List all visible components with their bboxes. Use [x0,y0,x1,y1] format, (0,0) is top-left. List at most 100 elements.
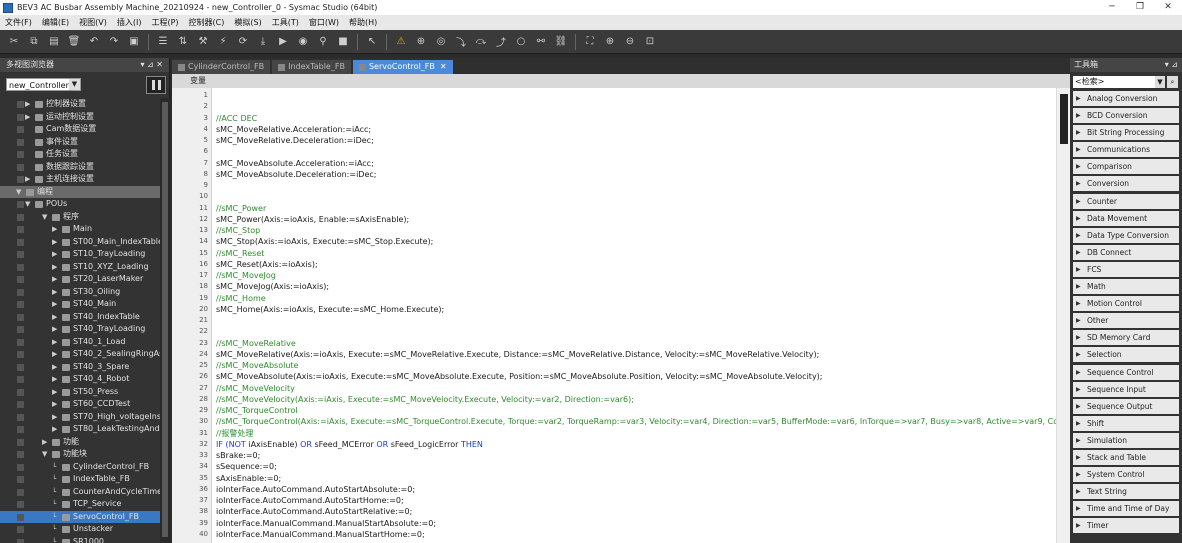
collapse-icon[interactable]: ▶ [25,173,30,186]
code-line[interactable]: 12 sMC_Power(Axis:=ioAxis, Enable:=sAxisE… [172,214,1056,225]
collapse-icon[interactable]: ▶ [52,411,57,424]
code-line[interactable]: 16 sMC_Reset(Axis:=ioAxis); [172,259,1056,270]
code-line[interactable]: 7 sMC_MoveAbsolute.Acceleration:=iAcc; [172,158,1056,169]
tree-item[interactable]: └ SR1000 [0,536,160,543]
collapse-icon[interactable]: ▶ [42,436,47,449]
tree-item[interactable]: ▶ ST40_1_Load [0,336,160,349]
tree-item[interactable]: ▶ 功能 [0,436,160,449]
collapse-icon[interactable]: ▶ [52,223,57,236]
tree-item[interactable]: ▶ ST20_LaserMaker [0,273,160,286]
tree-item[interactable]: ▶ ST40_Main [0,298,160,311]
step-icon[interactable]: ⤵ [454,35,468,49]
menu-item[interactable]: 窗口(W) [304,17,344,28]
expand-icon[interactable]: ▼ [42,448,47,461]
code-line[interactable]: 23 //sMC_MoveRelative [172,338,1056,349]
tree-item[interactable]: ▶ ST30_Oiling [0,286,160,299]
tree-item[interactable]: ▶ ST60_CCDTest [0,398,160,411]
toolbox-category[interactable]: Bit String Processing [1073,125,1179,141]
expand-icon[interactable]: ▼ [42,211,47,224]
expand-icon[interactable]: ▼ [25,198,30,211]
collapse-icon[interactable]: ▶ [52,298,57,311]
code-line[interactable]: 3 //ACC DEC [172,113,1056,124]
save-icon[interactable]: ▣ [127,35,141,49]
code-line[interactable]: 35 sAxisEnable:=0; [172,473,1056,484]
code-line[interactable]: 38 ioInterFace.AutoCommand.AutoStartRela… [172,506,1056,517]
tree-item[interactable]: ▶ 主机连接设置 [0,173,160,186]
toolbox-category[interactable]: Timer [1073,518,1179,534]
zoom-in-icon[interactable]: ⊕ [603,35,617,49]
tree-item[interactable]: ▶ ST80_LeakTestingAndUnlo [0,423,160,436]
collapse-icon[interactable]: └ [52,523,56,536]
build-icon[interactable]: ⚒ [196,35,210,49]
restore-button[interactable]: ❐ [1126,0,1154,15]
tree-item[interactable]: ▼ POUs [0,198,160,211]
collapse-icon[interactable]: ▶ [52,398,57,411]
collapse-icon[interactable]: ▶ [25,98,30,111]
code-line[interactable]: 13 //sMC_Stop [172,225,1056,236]
tree-item[interactable]: ▶ ST50_Press [0,386,160,399]
list-icon[interactable]: ☰ [156,35,170,49]
tree-item[interactable]: 任务设置 [0,148,160,161]
code-line[interactable]: 27 //sMC_MoveVelocity [172,383,1056,394]
toolbox-category[interactable]: Time and Time of Day [1073,501,1179,517]
tree-item[interactable]: └ CounterAndCycleTime_FB [0,486,160,499]
editor-tab[interactable]: IndexTable_FB [272,60,351,74]
collapse-icon[interactable]: └ [52,473,56,486]
code-line[interactable]: 39 ioInterFace.ManualCommand.ManualStart… [172,518,1056,529]
tree-scrollbar[interactable] [160,98,170,543]
step-out-icon[interactable]: ⤴ [494,35,508,49]
collapse-icon[interactable]: ▶ [52,273,57,286]
code-line[interactable]: 26 sMC_MoveAbsolute(Axis:=ioAxis, Execute… [172,371,1056,382]
code-line[interactable]: 25 //sMC_MoveAbsolute [172,360,1056,371]
stop-icon[interactable]: ■ [336,35,350,49]
collapse-icon[interactable]: ▶ [52,423,57,436]
toolbox-category[interactable]: Other [1073,313,1179,329]
code-line[interactable]: 9 [172,180,1056,191]
search-icon[interactable]: ⌕ [1167,76,1178,88]
link-icon[interactable]: ⛓ [554,35,568,49]
tree-item[interactable]: 数据跟踪设置 [0,161,160,174]
collapse-icon[interactable]: ▶ [52,373,57,386]
code-line[interactable]: 4 sMC_MoveRelative.Acceleration:=iAcc; [172,124,1056,135]
toolbox-category[interactable]: Data Movement [1073,210,1179,226]
code-line[interactable]: 8 sMC_MoveAbsolute.Deceleration:=iDec; [172,169,1056,180]
tree-item[interactable]: ▶ ST10_XYZ_Loading [0,261,160,274]
online-icon[interactable]: ⚡ [216,35,230,49]
tree-item[interactable]: └ IndexTable_FB [0,473,160,486]
pin-icon[interactable]: ▾ ⊿ [1165,58,1178,72]
toolbox-category[interactable]: Data Type Conversion [1073,227,1179,243]
code-line[interactable]: 20 sMC_Home(Axis:=ioAxis, Execute:=sMC_Ho… [172,304,1056,315]
menu-item[interactable]: 编辑(E) [37,17,74,28]
sync-icon[interactable]: ⟳ [236,35,250,49]
toolbox-search-input[interactable]: <检索> ▼ [1073,76,1165,88]
paste-icon[interactable]: ▤ [47,35,61,49]
controller-select[interactable]: new_Controller_0 ▼ [6,78,81,91]
toolbox-category[interactable]: Sequence Control [1073,364,1179,380]
toolbox-category[interactable]: Sequence Input [1073,381,1179,397]
close-button[interactable]: ✕ [1154,0,1182,15]
simulate-icon[interactable]: ⊕ [414,35,428,49]
code-line[interactable]: 32 IF (NOT iAxisEnable) OR sFeed_MCError … [172,439,1056,450]
step-over-icon[interactable]: ⤼ [474,35,488,49]
code-line[interactable]: 10 [172,191,1056,202]
toolbox-category[interactable]: Selection [1073,347,1179,363]
code-line[interactable]: 40 ioInterFace.ManualCommand.ManualStart… [172,529,1056,540]
code-line[interactable]: 28 //sMC_MoveVelocity(Axis:=iAxis, Execut… [172,394,1056,405]
close-icon[interactable]: ✕ [440,60,447,74]
code-line[interactable]: 18 sMC_MoveJog(Axis:=ioAxis); [172,281,1056,292]
editor-scrollbar[interactable] [1056,88,1070,543]
binoculars-icon[interactable]: ⚲ [316,35,330,49]
collapse-icon[interactable]: ▶ [52,261,57,274]
undo-icon[interactable]: ↶ [87,35,101,49]
editor-tab[interactable]: ServoControl_FB ✕ [352,60,453,74]
connect-icon[interactable]: ⚯ [534,35,548,49]
collapse-icon[interactable]: ▶ [52,348,57,361]
breakpoint-icon[interactable]: ◎ [434,35,448,49]
tree-item[interactable]: └ TCP_Service [0,498,160,511]
code-line[interactable]: 19 //sMC_Home [172,293,1056,304]
toolbox-category[interactable]: Text String [1073,484,1179,500]
code-line[interactable]: 33 sBrake:=0; [172,450,1056,461]
code-line[interactable]: 29 //sMC_TorqueControl [172,405,1056,416]
tree-item[interactable]: ▼ 程序 [0,211,160,224]
toolbox-category[interactable]: Simulation [1073,432,1179,448]
